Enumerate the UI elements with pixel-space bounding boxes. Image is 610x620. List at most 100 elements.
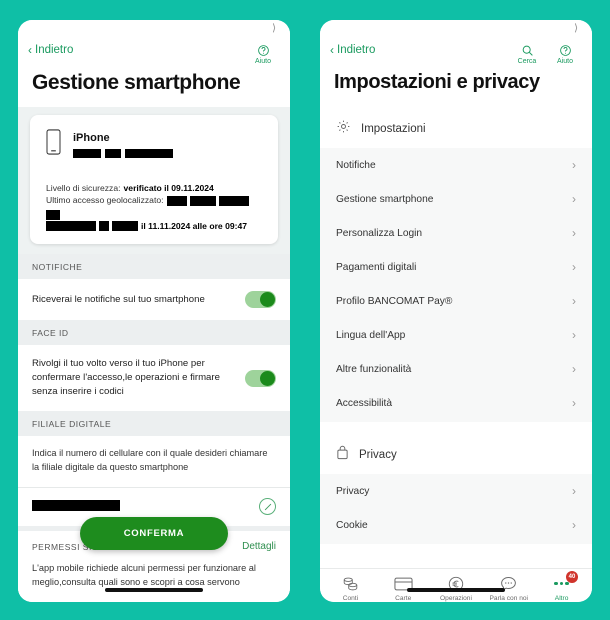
list-item-label: Gestione smartphone xyxy=(336,193,434,205)
back-button-right[interactable]: ‹ Indietro xyxy=(330,44,375,56)
list-item-gestione-smartphone[interactable]: Gestione smartphone › xyxy=(320,182,592,216)
device-name: iPhone xyxy=(73,131,110,144)
list-item-altre-funzionalita[interactable]: Altre funzionalità › xyxy=(320,352,592,386)
search-label: Cerca xyxy=(517,58,537,65)
chevron-right-icon: › xyxy=(572,192,576,206)
chevron-left-icon: ‹ xyxy=(28,43,32,57)
chevron-right-icon: › xyxy=(572,328,576,342)
toggle-face-id[interactable] xyxy=(245,369,276,387)
status-bar: ⟩ xyxy=(18,20,290,42)
group-name-privacy: Privacy xyxy=(359,449,397,461)
security-level-row: Livello di sicurezza: verificato il 09.1… xyxy=(46,182,264,194)
search-button[interactable]: Cerca xyxy=(514,44,540,65)
section-header-notifiche: NOTIFICHE xyxy=(18,254,290,280)
device-card[interactable]: iPhone Livello di sicurezza: verificato … xyxy=(30,115,278,245)
nav-actions-left: Aiuto xyxy=(250,44,276,65)
chevron-right-icon-right: ⟩ xyxy=(574,23,578,34)
list-item-privacy[interactable]: Privacy › xyxy=(320,474,592,508)
list-item-lingua-dell-app[interactable]: Lingua dell'App › xyxy=(320,318,592,352)
chevron-right-icon: › xyxy=(572,294,576,308)
help-button-left[interactable]: Aiuto xyxy=(250,44,276,65)
group-header-impostazioni: Impostazioni xyxy=(320,106,592,148)
lock-icon xyxy=(336,445,349,465)
tab-conti[interactable]: Conti xyxy=(324,575,377,602)
nav-actions-right: Cerca Aiuto xyxy=(514,44,578,65)
phone-screen-gestione-smartphone: ⟩ ‹ Indietro Aiuto Gestione smartphone i… xyxy=(18,20,290,602)
last-access-date: il 11.11.2024 alle ore 09:47 xyxy=(141,220,248,231)
dettagli-link[interactable]: Dettagli xyxy=(242,541,276,552)
chevron-right-icon: › xyxy=(572,362,576,376)
list-item-cookie[interactable]: Cookie › xyxy=(320,508,592,542)
face-id-text: Rivolgi il tuo volto verso il tuo iPhone… xyxy=(32,358,220,398)
tab-label: Altro xyxy=(554,595,569,602)
section-header-filiale: FILIALE DIGITALE xyxy=(18,411,290,437)
chevron-right-icon: › xyxy=(572,158,576,172)
list-item-personalizza-login[interactable]: Personalizza Login › xyxy=(320,216,592,250)
help-label-right: Aiuto xyxy=(557,58,573,65)
device-card-wrap: iPhone Livello di sicurezza: verificato … xyxy=(18,107,290,255)
tab-label: Conti xyxy=(342,595,359,602)
filiale-text: Indica il numero di cellulare con il qua… xyxy=(18,436,290,487)
list-item-accessibilita[interactable]: Accessibilità › xyxy=(320,386,592,420)
notifiche-text: Riceverai le notifiche sul tuo smartphon… xyxy=(32,293,205,305)
conferma-button[interactable]: CONFERMA xyxy=(80,517,228,550)
help-label: Aiuto xyxy=(255,58,271,65)
search-icon xyxy=(521,44,534,57)
section-header-face-id: FACE ID xyxy=(18,320,290,346)
list-item-label: Personalizza Login xyxy=(336,227,423,239)
chevron-right-icon: ⟩ xyxy=(272,23,276,34)
chevron-right-icon: › xyxy=(572,260,576,274)
back-label: Indietro xyxy=(35,44,74,56)
device-texts: iPhone xyxy=(73,132,173,158)
home-indicator-right xyxy=(407,588,505,592)
smartphone-icon xyxy=(46,129,61,160)
group-name-impostazioni: Impostazioni xyxy=(361,123,426,135)
list-privacy: Privacy › Cookie › xyxy=(320,474,592,544)
phone-screen-impostazioni-privacy: ⟩ ‹ Indietro Cerca Aiuto Impostazioni e … xyxy=(320,20,592,602)
list-item-profilo-bancomat-pay[interactable]: Profilo BANCOMAT Pay® › xyxy=(320,284,592,318)
gear-icon xyxy=(336,119,351,139)
tab-altro[interactable]: 40 Altro xyxy=(535,571,588,602)
list-item-label: Cookie xyxy=(336,519,368,531)
list-item-notifiche[interactable]: Notifiche › xyxy=(320,148,592,182)
help-icon xyxy=(257,44,270,57)
back-button-left[interactable]: ‹ Indietro xyxy=(28,44,73,56)
chevron-right-icon: › xyxy=(572,484,576,498)
chevron-right-icon: › xyxy=(572,518,576,532)
last-access-label: Ultimo accesso geolocalizzato: xyxy=(46,195,164,206)
list-item-label: Altre funzionalità xyxy=(336,363,412,375)
help-icon-right xyxy=(559,44,572,57)
group-header-privacy: Privacy xyxy=(320,432,592,474)
device-card-header: iPhone xyxy=(30,115,278,176)
list-item-label: Privacy xyxy=(336,485,370,497)
coins-icon xyxy=(342,575,359,592)
page-title-right: Impostazioni e privacy xyxy=(320,65,592,106)
device-meta: Livello di sicurezza: verificato il 09.1… xyxy=(30,176,278,244)
nav-bar-right: ‹ Indietro Cerca Aiuto xyxy=(320,42,592,65)
chevron-right-icon: › xyxy=(572,396,576,410)
last-access-row: Ultimo accesso geolocalizzato: xyxy=(46,194,264,220)
toggle-notifiche[interactable] xyxy=(245,291,276,309)
security-level-value: verificato il 09.11.2024 xyxy=(123,183,214,193)
tab-bar: Conti Carte Operazioni Parla con noi 40 … xyxy=(320,568,592,602)
notification-badge: 40 xyxy=(565,571,578,583)
help-button-right[interactable]: Aiuto xyxy=(552,44,578,65)
chevron-right-icon: › xyxy=(572,226,576,240)
page-title-left: Gestione smartphone xyxy=(18,65,290,107)
tab-label: Operazioni xyxy=(440,595,472,602)
list-item-pagamenti-digitali[interactable]: Pagamenti digitali › xyxy=(320,250,592,284)
edit-icon[interactable] xyxy=(259,498,276,516)
list-item-label: Accessibilità xyxy=(336,397,393,409)
list-impostazioni: Notifiche › Gestione smartphone › Person… xyxy=(320,148,592,422)
last-access-row-2: il 11.11.2024 alle ore 09:47 xyxy=(46,220,264,232)
back-label-right: Indietro xyxy=(337,44,376,56)
chevron-left-icon-right: ‹ xyxy=(330,43,334,57)
home-indicator-left xyxy=(105,588,203,592)
security-level-label: Livello di sicurezza: xyxy=(46,183,121,193)
content-right: Impostazioni Notifiche › Gestione smartp… xyxy=(320,106,592,568)
list-item-label: Lingua dell'App xyxy=(336,329,406,341)
list-item-label: Profilo BANCOMAT Pay® xyxy=(336,295,453,307)
section-notifiche: Riceverai le notifiche sul tuo smartphon… xyxy=(18,279,290,321)
list-item-label: Notifiche xyxy=(336,159,376,171)
tab-label: Parla con noi xyxy=(489,595,529,602)
